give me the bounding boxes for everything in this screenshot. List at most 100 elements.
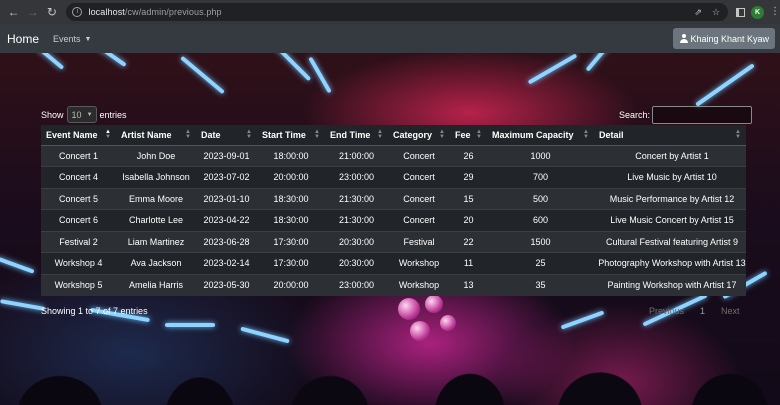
table-cell: 18:00:00 [257, 144, 325, 167]
table-cell: 1500 [487, 230, 594, 253]
table-header-row: Event Name ▲ ▼ Artist Name ▲ ▼ Date ▲ ▼ Start Tim… [41, 125, 746, 146]
sort-icon: ▲ ▼ [246, 129, 252, 140]
table-cell: Workshop [388, 252, 450, 274]
table-cell: 18:30:00 [257, 187, 325, 210]
browser-toolbar: ← → ↻ i localhost/cw/admin/previous.php … [0, 0, 780, 24]
side-panel-icon[interactable] [736, 7, 746, 17]
column-header-label: Start Time [262, 129, 306, 140]
table-cell: 35 [487, 273, 594, 296]
table-cell: 22 [450, 230, 487, 253]
table-cell: 600 [487, 209, 594, 231]
table-cell: 21:30:00 [325, 187, 388, 210]
table-row: Concert 5 Emma Moore 2023-01-10 18:30:00 21:… [41, 187, 746, 210]
table-cell: 2023-09-01 [196, 144, 257, 167]
column-header[interactable]: Detail ▲ ▼ [594, 125, 746, 146]
page-1-button[interactable]: 1 [700, 306, 705, 316]
user-account-button[interactable]: Khaing Khant Kyaw [673, 28, 775, 49]
address-bar[interactable]: i localhost/cw/admin/previous.php ⇗ ☆ [66, 3, 729, 21]
column-header-label: Detail [599, 129, 624, 140]
table-info: Showing 1 to 7 of 7 entries [41, 306, 148, 316]
site-info-icon[interactable]: i [72, 7, 83, 17]
table-cell: Charlotte Lee [116, 209, 196, 231]
table-cell: Concert 5 [41, 187, 116, 210]
column-header-label: Artist Name [121, 129, 172, 140]
events-table: Event Name ▲ ▼ Artist Name ▲ ▼ Date ▲ ▼ Start Tim… [41, 125, 746, 296]
table-cell: 700 [487, 166, 594, 188]
previous-page-button[interactable]: Previous [649, 306, 684, 316]
table-cell: 20:00:00 [257, 273, 325, 296]
column-header[interactable]: Artist Name ▲ ▼ [116, 125, 196, 146]
sort-icon: ▲ ▼ [476, 129, 482, 140]
column-header[interactable]: Category ▲ ▼ [388, 125, 450, 146]
forward-icon[interactable]: → [24, 3, 41, 21]
table-cell: Photography Workshop with Artist 13 [594, 252, 746, 274]
table-cell: 26 [450, 144, 487, 167]
table-cell: Liam Martinez [116, 230, 196, 253]
search-input[interactable] [652, 106, 753, 124]
app-navbar: Home Events ▼ Khaing Khant Kyaw [0, 24, 780, 53]
sort-icon: ▲ ▼ [439, 129, 445, 140]
table-cell: 20:00:00 [257, 166, 325, 188]
table-cell: Cultural Festival featuring Artist 9 [594, 230, 746, 253]
column-header[interactable]: End Time ▲ ▼ [325, 125, 388, 146]
profile-avatar[interactable]: K [751, 5, 765, 19]
table-cell: 17:30:00 [257, 252, 325, 274]
sort-icon: ▲ ▼ [105, 129, 111, 140]
table-cell: 15 [450, 187, 487, 210]
select-chevron-icon: ▼ [86, 111, 93, 118]
column-header[interactable]: Date ▲ ▼ [196, 125, 257, 146]
column-header-label: Category [393, 129, 433, 140]
show-label: Show [41, 109, 64, 120]
table-row: Workshop 5 Amelia Harris 2023-05-30 20:00:0… [41, 273, 746, 296]
table-cell: 1000 [487, 144, 594, 167]
url-host: localhost [88, 7, 125, 17]
column-header[interactable]: Event Name ▲ ▼ [41, 125, 116, 146]
table-cell: Live Music Concert by Artist 15 [594, 209, 746, 231]
column-header[interactable]: Fee ▲ ▼ [450, 125, 487, 146]
share-icon[interactable]: ⇗ [694, 7, 702, 18]
table-cell: Concert [388, 166, 450, 188]
sort-icon: ▲ ▼ [735, 129, 741, 140]
table-cell: Emma Moore [116, 187, 196, 210]
table-row: Concert 6 Charlotte Lee 2023-04-22 18:30:00… [41, 209, 746, 231]
column-header-label: Event Name [46, 129, 98, 140]
url-text[interactable]: localhost/cw/admin/previous.php [88, 7, 221, 17]
table-cell: Concert 4 [41, 166, 116, 188]
table-cell: Concert [388, 144, 450, 167]
table-cell: 2023-07-02 [196, 166, 257, 188]
table-cell: 11 [450, 252, 487, 274]
browser-menu-icon[interactable]: ⋮ [770, 7, 780, 17]
table-cell: 25 [487, 252, 594, 274]
back-icon[interactable]: ← [5, 3, 22, 21]
column-header-label: Date [201, 129, 221, 140]
sort-icon: ▲ ▼ [583, 129, 589, 140]
pagination: Previous 1 Next [649, 306, 740, 316]
user-name: Khaing Khant Kyaw [690, 33, 769, 44]
column-header[interactable]: Maximum Capacity ▲ ▼ [487, 125, 594, 146]
table-cell: Ava Jackson [116, 252, 196, 274]
table-cell: 500 [487, 187, 594, 210]
sort-icon: ▲ ▼ [377, 129, 383, 140]
table-cell: Isabella Johnson [116, 166, 196, 188]
table-cell: Live Music by Artist 10 [594, 166, 746, 188]
table-row: Concert 4 Isabella Johnson 2023-07-02 20:00… [41, 166, 746, 188]
table-cell: John Doe [116, 144, 196, 167]
table-cell: Concert 1 [41, 144, 116, 167]
table-cell: 2023-02-14 [196, 252, 257, 274]
caret-down-icon: ▼ [84, 35, 92, 43]
home-link[interactable]: Home [7, 32, 39, 46]
bookmark-star-icon[interactable]: ☆ [712, 7, 720, 18]
table-cell: 2023-06-28 [196, 230, 257, 253]
search-control: Search: [619, 106, 753, 124]
reload-icon[interactable]: ↻ [43, 3, 60, 21]
url-path: /cw/admin/previous.php [124, 7, 222, 17]
table-cell: 29 [450, 166, 487, 188]
events-dropdown[interactable]: Events ▼ [53, 34, 91, 44]
table-cell: Concert [388, 209, 450, 231]
table-cell: 20 [450, 209, 487, 231]
table-cell: Amelia Harris [116, 273, 196, 296]
next-page-button[interactable]: Next [721, 306, 740, 316]
column-header[interactable]: Start Time ▲ ▼ [257, 125, 325, 146]
page-length-select[interactable]: 10 ▼ [66, 106, 97, 123]
table-cell: Concert [388, 187, 450, 210]
